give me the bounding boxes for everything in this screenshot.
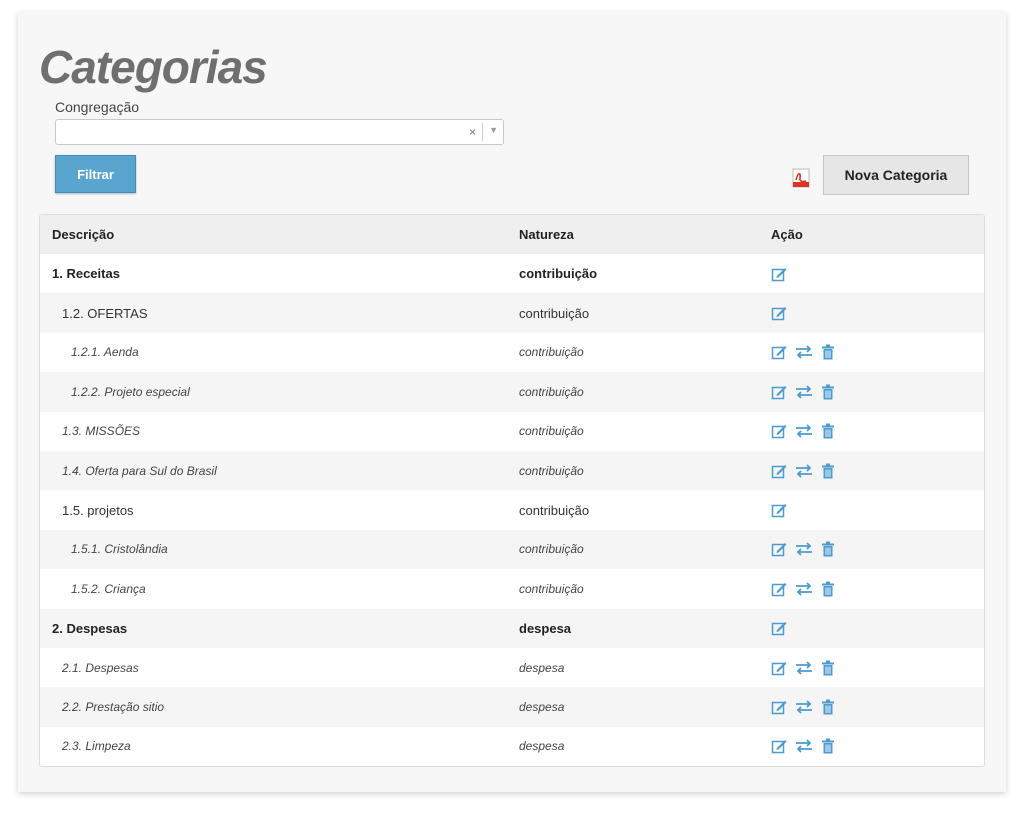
row-actions xyxy=(761,699,984,715)
header-acao: Ação xyxy=(771,227,803,242)
category-nature: contribuição xyxy=(519,581,584,596)
trash-icon[interactable] xyxy=(821,660,835,676)
header-descricao[interactable]: Descrição xyxy=(40,227,509,242)
move-icon[interactable] xyxy=(795,541,813,557)
move-icon[interactable] xyxy=(795,738,813,754)
row-actions xyxy=(761,660,984,676)
edit-icon[interactable] xyxy=(771,541,787,557)
trash-icon[interactable] xyxy=(821,541,835,557)
category-nature: contribuição xyxy=(519,424,584,439)
category-description: 1.5.2. Criança xyxy=(71,581,146,596)
category-description: 1.3. MISSÕES xyxy=(62,424,141,439)
page-title: Categorias xyxy=(39,41,268,93)
table-row: 1.5.2. Criança contribuição xyxy=(40,569,984,608)
row-actions xyxy=(761,266,984,282)
category-nature: contribuição xyxy=(519,266,598,282)
table-row: 1. Receitas contribuição xyxy=(40,254,984,293)
category-description: 2.1. Despesas xyxy=(62,660,139,675)
category-description: 2.3. Limpeza xyxy=(62,739,131,754)
trash-icon[interactable] xyxy=(821,581,835,597)
table-row: 2. Despesas despesa xyxy=(40,608,984,648)
table-row: 2.1. Despesas despesa xyxy=(40,648,984,687)
move-icon[interactable] xyxy=(795,660,813,676)
row-actions xyxy=(761,344,984,360)
pdf-icon[interactable] xyxy=(792,168,810,188)
edit-icon[interactable] xyxy=(771,581,787,597)
row-actions xyxy=(761,423,984,439)
category-nature: contribuição xyxy=(519,305,590,321)
move-icon[interactable] xyxy=(795,384,813,400)
row-actions xyxy=(761,305,984,321)
row-actions xyxy=(761,384,984,400)
edit-icon[interactable] xyxy=(771,305,787,321)
new-category-button[interactable]: Nova Categoria xyxy=(823,155,969,195)
category-description: 2.2. Prestação sitio xyxy=(62,699,165,714)
edit-icon[interactable] xyxy=(771,699,787,715)
table-row: 1.3. MISSÕES contribuição xyxy=(40,412,984,451)
row-actions xyxy=(761,738,984,754)
filter-button[interactable]: Filtrar xyxy=(55,155,136,193)
table-row: 1.5.1. Cristolândia contribuição xyxy=(40,529,984,570)
row-actions xyxy=(761,463,984,479)
trash-icon[interactable] xyxy=(821,699,835,715)
category-nature: contribuição xyxy=(519,502,590,518)
category-description: 1.2.2. Projeto especial xyxy=(71,384,190,399)
category-description: 1.2.1. Aenda xyxy=(71,345,139,360)
categories-table: Descrição Natureza Ação 1. Receitas contr… xyxy=(39,214,985,768)
category-nature: contribuição xyxy=(519,384,584,399)
category-description: 1.2. OFERTAS xyxy=(62,305,148,321)
edit-icon[interactable] xyxy=(771,660,787,676)
congregacao-label: Congregação xyxy=(55,99,140,115)
table-row: 1.2.1. Aenda contribuição xyxy=(40,333,984,372)
move-icon[interactable] xyxy=(795,344,813,360)
trash-icon[interactable] xyxy=(821,423,835,439)
table-row: 2.3. Limpeza despesa xyxy=(40,727,984,766)
edit-icon[interactable] xyxy=(771,384,787,400)
trash-icon[interactable] xyxy=(821,738,835,754)
header-natureza[interactable]: Natureza xyxy=(509,227,761,242)
edit-icon[interactable] xyxy=(771,463,787,479)
trash-icon[interactable] xyxy=(821,384,835,400)
category-nature: despesa xyxy=(519,739,565,754)
table-row: 1.5. projetos contribuição xyxy=(40,490,984,529)
move-icon[interactable] xyxy=(795,423,813,439)
category-nature: despesa xyxy=(519,620,572,636)
table-row: 1.4. Oferta para Sul do Brasil contribuiç… xyxy=(40,450,984,491)
category-description: 1. Receitas xyxy=(52,266,120,282)
clear-selection-icon[interactable]: × xyxy=(469,125,476,139)
congregacao-select[interactable]: × ▼ xyxy=(55,119,504,145)
table-header-row: Descrição Natureza Ação xyxy=(40,215,984,254)
move-icon[interactable] xyxy=(795,699,813,715)
category-description: 2. Despesas xyxy=(52,620,128,636)
table-row: 1.2. OFERTAS contribuição xyxy=(40,293,984,333)
chevron-down-icon[interactable]: ▼ xyxy=(489,125,498,135)
row-actions xyxy=(761,581,984,597)
trash-icon[interactable] xyxy=(821,344,835,360)
category-nature: contribuição xyxy=(519,463,584,478)
category-nature: contribuição xyxy=(519,345,584,360)
category-description: 1.5.1. Cristolândia xyxy=(71,542,168,557)
category-nature: despesa xyxy=(519,660,565,675)
table-row: 1.2.2. Projeto especial contribuição xyxy=(40,372,984,412)
edit-icon[interactable] xyxy=(771,620,787,636)
edit-icon[interactable] xyxy=(771,423,787,439)
trash-icon[interactable] xyxy=(821,463,835,479)
row-actions xyxy=(761,541,984,557)
edit-icon[interactable] xyxy=(771,266,787,282)
category-description: 1.4. Oferta para Sul do Brasil xyxy=(62,463,217,478)
select-separator xyxy=(482,123,483,141)
row-actions xyxy=(761,502,984,518)
edit-icon[interactable] xyxy=(771,502,787,518)
page-card: Categorias Congregação × ▼ Filtrar Nova … xyxy=(18,12,1006,792)
row-actions xyxy=(761,620,984,636)
category-description: 1.5. projetos xyxy=(62,502,134,518)
category-nature: despesa xyxy=(519,699,565,714)
edit-icon[interactable] xyxy=(771,344,787,360)
edit-icon[interactable] xyxy=(771,738,787,754)
category-nature: contribuição xyxy=(519,542,584,557)
move-icon[interactable] xyxy=(795,463,813,479)
table-row: 2.2. Prestação sitio despesa xyxy=(40,687,984,727)
move-icon[interactable] xyxy=(795,581,813,597)
